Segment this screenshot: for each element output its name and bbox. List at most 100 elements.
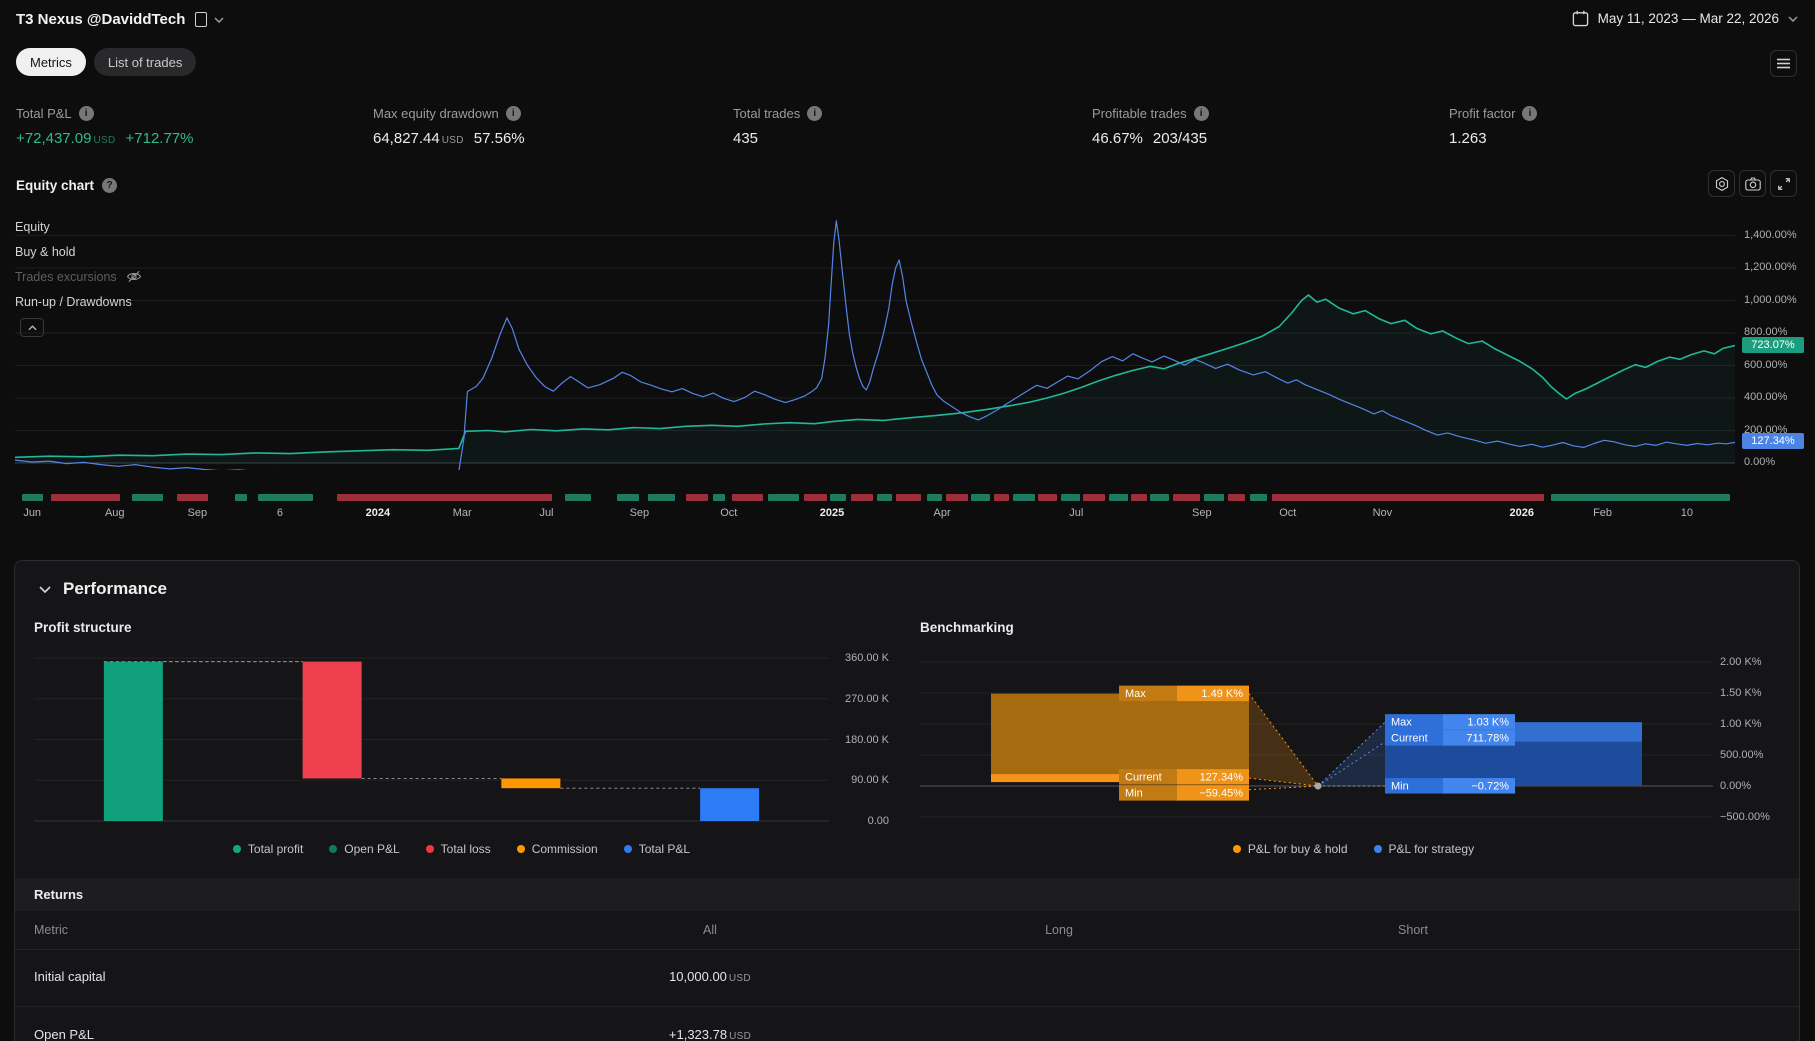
svg-text:Current: Current: [1391, 733, 1428, 745]
tab-metrics[interactable]: Metrics: [16, 48, 86, 76]
metric-label: Total P&L: [16, 106, 72, 121]
metric-total-pnl: Total P&L i +72,437.09 USD +712.77%: [16, 106, 194, 147]
short-trade-segment: [51, 494, 120, 501]
benchmarking-chart[interactable]: Max 1.49 K% Current 127.34% Min −59.45% Max 1.0…: [920, 651, 1713, 836]
legend-item-run-up-drawdowns[interactable]: Run-up / Drawdowns: [15, 289, 142, 314]
y-axis-label: 360.00 K: [844, 652, 889, 664]
summary-metrics: Total P&L i +72,437.09 USD +712.77% Max equ…: [0, 106, 1815, 168]
info-icon[interactable]: i: [1522, 106, 1538, 121]
cell-unit: USD: [728, 973, 751, 984]
help-icon[interactable]: ?: [102, 178, 118, 193]
metric-value: +72,437.09 USD: [16, 130, 116, 147]
legend-item-p-l-for-buy-hold[interactable]: P&L for buy & hold: [1232, 842, 1348, 856]
y-axis-label: 90.00 K: [851, 774, 889, 787]
x-axis-label: Mar: [452, 507, 472, 519]
x-axis-label: 10: [1680, 507, 1693, 519]
metric-value: 435: [733, 130, 759, 147]
svg-text:Min: Min: [1391, 781, 1409, 793]
info-icon[interactable]: i: [1193, 106, 1209, 121]
info-icon[interactable]: i: [505, 106, 521, 121]
legend-label: P&L for strategy: [1388, 842, 1475, 856]
returns-section-header: Returns: [15, 878, 1799, 911]
short-trade-segment: [685, 494, 709, 501]
legend-item-commission[interactable]: Commission: [516, 842, 598, 856]
chart-settings-button[interactable]: [1708, 170, 1735, 197]
collapse-legend-button[interactable]: [20, 318, 44, 337]
all-value-cell: 10,000.00 USD: [669, 969, 751, 984]
svg-text:1.49 K%: 1.49 K%: [1201, 688, 1243, 700]
legend-item-open-p-l[interactable]: Open P&L: [329, 842, 400, 856]
long-trade-segment: [1203, 494, 1225, 501]
lock-icon: [195, 12, 208, 27]
short-trade-segment: [1038, 494, 1058, 501]
long-trade-segment: [1108, 494, 1128, 501]
short-trade-segment: [1227, 494, 1245, 501]
legend-item-p-l-for-strategy[interactable]: P&L for strategy: [1373, 842, 1475, 856]
range-label-min: Min −0.72%: [1385, 778, 1515, 794]
legend-dot: [516, 845, 525, 853]
column-header-all: All: [703, 923, 717, 937]
y-axis-label: 1,200.00%: [1744, 261, 1797, 273]
legend-label: Trades excursions: [15, 269, 117, 284]
legend-item-total-profit[interactable]: Total profit: [232, 842, 304, 856]
info-icon[interactable]: i: [807, 106, 823, 121]
short-trade-segment: [945, 494, 968, 501]
chevron-down-icon: [214, 16, 224, 23]
profit-structure-title: Profit structure: [34, 620, 132, 635]
legend-item-equity[interactable]: Equity: [15, 214, 142, 239]
info-icon[interactable]: i: [78, 106, 94, 121]
strategy-selector[interactable]: T3 Nexus @DaviddTech: [16, 11, 224, 28]
metric-secondary: 57.56%: [473, 130, 525, 147]
y-axis-label: 1.50 K%: [1720, 687, 1762, 699]
long-trade-segment: [617, 494, 640, 501]
y-axis-label: 180.00 K: [844, 733, 889, 746]
tab-list-of-trades[interactable]: List of trades: [93, 48, 197, 76]
equity-chart-x-axis[interactable]: Jun Aug Sep 6 2024 Mar Jul Sep Oct 2025 Apr Jul Sep O…: [0, 507, 1815, 527]
chevron-up-icon: [27, 324, 37, 330]
benchmarking-legend: P&L for buy & hold P&L for strategy: [920, 842, 1787, 856]
metric-profitable-trades: Profitable trades i 46.67% 203/435: [1092, 106, 1209, 147]
legend-item-total-loss[interactable]: Total loss: [425, 842, 491, 856]
equity-chart-canvas[interactable]: [15, 205, 1735, 470]
long-trade-segment: [1550, 494, 1730, 501]
x-axis-label: Sep: [629, 507, 650, 519]
short-trade-segment: [895, 494, 922, 501]
equity-chart-title: Equity chart: [16, 178, 95, 193]
x-axis-label: Sep: [187, 507, 208, 519]
metric-profit-factor: Profit factor i 1.263: [1449, 106, 1538, 147]
legend-item-total-p-l[interactable]: Total P&L: [623, 842, 690, 856]
cell-unit: USD: [729, 1031, 752, 1041]
performance-header[interactable]: Performance: [39, 579, 167, 599]
strategy-title: T3 Nexus @DaviddTech: [16, 11, 186, 28]
equity-chart-header: Equity chart ?: [16, 178, 118, 193]
metric-cell: Initial capital: [34, 969, 106, 984]
svg-text:−59.45%: −59.45%: [1199, 788, 1243, 800]
metric-secondary: +712.77%: [125, 130, 194, 147]
trade-direction-strip: [15, 494, 1735, 501]
x-axis-label: Oct: [720, 507, 738, 519]
performance-card: Performance Profit structure Benchmarkin…: [14, 560, 1800, 1041]
profit-structure-chart[interactable]: [34, 651, 829, 836]
view-tabs: Metrics List of trades: [16, 48, 197, 76]
legend-label: Equity: [15, 219, 50, 234]
equity-chart-y-axis[interactable]: 1,400.00% 1,200.00% 1,000.00% 800.00% 600.00…: [1742, 0, 1812, 520]
legend-label: Run-up / Drawdowns: [15, 294, 132, 309]
metric-value: 64,827.44 USD: [373, 130, 464, 147]
legend-item-buy-hold[interactable]: Buy & hold: [15, 239, 142, 264]
all-value-cell: +1,323.78 USD: [669, 1027, 751, 1041]
x-axis-label: Feb: [1593, 507, 1613, 519]
y-axis-label: −500.00%: [1720, 811, 1770, 823]
y-axis-label: 0.00%: [1744, 456, 1776, 468]
short-trade-segment: [1083, 494, 1106, 501]
svg-text:−0.72%: −0.72%: [1471, 781, 1509, 793]
returns-table-header: Metric All Long Short: [15, 911, 1799, 950]
column-header-short: Short: [1398, 923, 1428, 937]
short-trade-segment: [1272, 494, 1545, 501]
y-axis-label: 270.00 K: [844, 692, 889, 705]
y-axis-label: 1,000.00%: [1744, 293, 1797, 306]
range-label-current: Current 711.78%: [1385, 730, 1515, 746]
long-trade-segment: [926, 494, 943, 501]
legend-item-trades-excursions[interactable]: Trades excursions: [15, 264, 142, 289]
legend-label: Total profit: [247, 842, 304, 856]
x-axis-label: Sep: [1192, 507, 1212, 519]
